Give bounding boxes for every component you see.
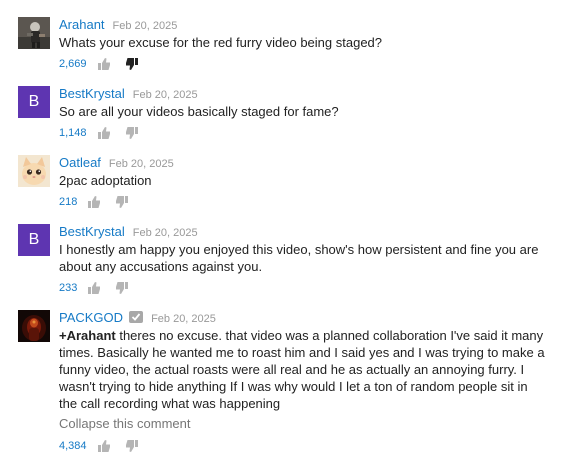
thumbs-up-icon[interactable] bbox=[97, 439, 111, 453]
like-count: 218 bbox=[59, 196, 78, 208]
comment-text: I honestly am happy you enjoyed this vid… bbox=[59, 242, 539, 274]
comment-date: Feb 20, 2025 bbox=[132, 89, 198, 101]
comment-actions: 233 bbox=[59, 280, 548, 296]
thumbs-down-icon[interactable] bbox=[115, 195, 129, 209]
avatar[interactable] bbox=[18, 310, 50, 342]
thumbs-up-icon[interactable] bbox=[97, 57, 111, 71]
comment-actions: 1,148 bbox=[59, 125, 548, 141]
comment-body: PACKGOD Feb 20, 2025 +Arahant theres no e… bbox=[59, 310, 548, 454]
comment-text: 2pac adoptation bbox=[59, 173, 152, 188]
verified-check-icon bbox=[129, 311, 144, 323]
like-count: 4,384 bbox=[59, 440, 87, 452]
comment-body: Arahant Feb 20, 2025 Whats your excuse fo… bbox=[59, 17, 548, 72]
thumbs-down-icon[interactable] bbox=[125, 126, 139, 140]
comment-author-link[interactable]: BestKrystal bbox=[59, 224, 125, 239]
comment-actions: 2,669 bbox=[59, 56, 548, 72]
thumbs-down-icon[interactable] bbox=[125, 57, 139, 71]
comment-date: Feb 20, 2025 bbox=[132, 227, 198, 239]
comment-header: PACKGOD Feb 20, 2025 bbox=[59, 310, 548, 325]
comment-text: Whats your excuse for the red furry vide… bbox=[59, 35, 383, 50]
comment-text: So are all your videos basically staged … bbox=[59, 104, 339, 119]
thumbs-up-icon[interactable] bbox=[97, 126, 111, 140]
avatar[interactable]: B bbox=[18, 86, 50, 118]
comment-text: +Arahant theres no excuse. that video wa… bbox=[59, 327, 548, 412]
comment-body: BestKrystal Feb 20, 2025 So are all your … bbox=[59, 86, 548, 141]
avatar[interactable] bbox=[18, 17, 50, 49]
comment-actions: 4,384 bbox=[59, 438, 548, 454]
avatar[interactable] bbox=[18, 155, 50, 187]
thumbs-down-icon[interactable] bbox=[115, 281, 129, 295]
like-count: 2,669 bbox=[59, 58, 87, 70]
comment-date: Feb 20, 2025 bbox=[151, 313, 216, 325]
thumbs-down-icon[interactable] bbox=[125, 439, 139, 453]
like-count: 233 bbox=[59, 282, 78, 294]
comment-header: BestKrystal Feb 20, 2025 bbox=[59, 86, 548, 101]
avatar[interactable]: B bbox=[18, 224, 50, 256]
comment-text-body: theres no excuse. that video was a plann… bbox=[59, 328, 545, 411]
collapse-comment-link[interactable]: Collapse this comment bbox=[59, 415, 548, 432]
thumbs-up-icon[interactable] bbox=[87, 195, 101, 209]
mention-link[interactable]: +Arahant bbox=[59, 328, 116, 343]
comment-date: Feb 20, 2025 bbox=[112, 20, 178, 32]
thumbs-up-icon[interactable] bbox=[87, 281, 101, 295]
comment-author-link[interactable]: PACKGOD bbox=[59, 310, 123, 325]
comment-date: Feb 20, 2025 bbox=[108, 158, 174, 170]
comment-author-link[interactable]: Oatleaf bbox=[59, 155, 101, 170]
comment-body: Oatleaf Feb 20, 2025 2pac adoptation 218 bbox=[59, 155, 548, 210]
like-count: 1,148 bbox=[59, 127, 87, 139]
comment-header: Oatleaf Feb 20, 2025 bbox=[59, 155, 548, 170]
comment-author-link[interactable]: Arahant bbox=[59, 17, 105, 32]
comment-header: Arahant Feb 20, 2025 bbox=[59, 17, 548, 32]
comment-author-link[interactable]: BestKrystal bbox=[59, 86, 125, 101]
thumbs-icons-previous-partial bbox=[100, 0, 140, 2]
comment-body: BestKrystal Feb 20, 2025 I honestly am ha… bbox=[59, 224, 548, 296]
comment-actions: 218 bbox=[59, 194, 548, 210]
comment-header: BestKrystal Feb 20, 2025 bbox=[59, 224, 548, 239]
